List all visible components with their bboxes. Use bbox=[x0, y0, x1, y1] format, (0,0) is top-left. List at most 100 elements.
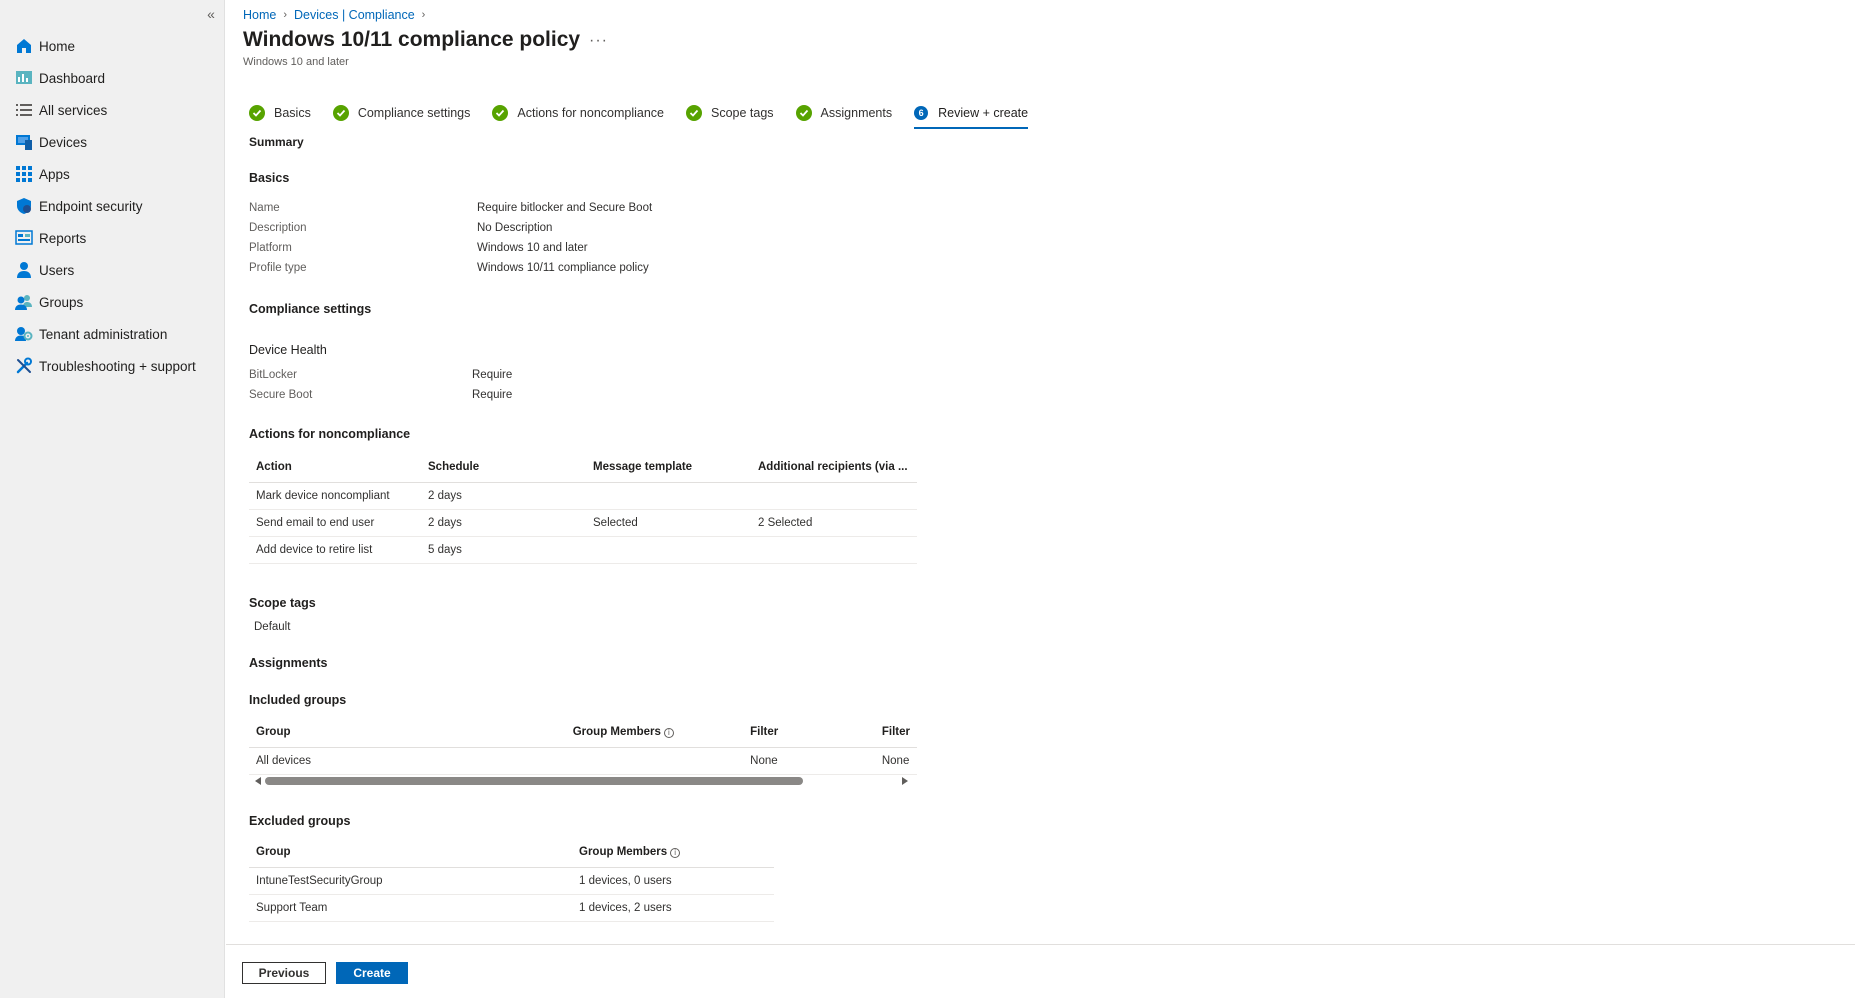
nav-list: Home Dashboard All services Devices Apps bbox=[0, 30, 225, 382]
compliance-key-bitlocker: BitLocker bbox=[249, 369, 297, 381]
breadcrumb: Home › Devices | Compliance › bbox=[243, 8, 432, 22]
breadcrumb-link-home[interactable]: Home bbox=[243, 8, 276, 22]
column-header-group-members: Group Members i bbox=[572, 837, 774, 868]
table-cell: Add device to retire list bbox=[249, 536, 421, 564]
table-row: Send email to end user 2 days Selected 2… bbox=[249, 509, 917, 537]
horizontal-scrollbar[interactable] bbox=[255, 774, 908, 786]
nav-item-label: Apps bbox=[39, 166, 70, 182]
compliance-value-bitlocker: Require bbox=[472, 369, 513, 381]
nav-item-label: Endpoint security bbox=[39, 198, 143, 214]
info-icon[interactable]: i bbox=[663, 727, 674, 738]
device-health-heading: Device Health bbox=[249, 343, 327, 357]
table-row: All devices None None bbox=[249, 747, 917, 775]
info-icon[interactable]: i bbox=[670, 847, 681, 858]
check-circle-icon bbox=[795, 105, 812, 121]
more-options-button[interactable]: ··· bbox=[589, 32, 608, 50]
step-compliance-settings[interactable]: Compliance settings bbox=[332, 100, 471, 126]
column-header-filter-mode: Filter bbox=[874, 717, 917, 748]
basics-value-profile-type: Windows 10/11 compliance policy bbox=[477, 262, 649, 274]
column-header-message-template: Message template bbox=[586, 452, 751, 483]
nav-item-label: Reports bbox=[39, 230, 87, 246]
scroll-left-arrow-icon[interactable] bbox=[255, 777, 261, 785]
collapse-nav-button[interactable]: « bbox=[203, 4, 219, 24]
table-cell: All devices bbox=[249, 747, 566, 775]
table-cell bbox=[586, 482, 751, 510]
scope-tag-value: Default bbox=[254, 621, 291, 633]
table-cell: Send email to end user bbox=[249, 509, 421, 537]
list-icon bbox=[14, 100, 34, 120]
column-header-schedule: Schedule bbox=[421, 452, 586, 483]
table-header-row: Action Schedule Message template Additio… bbox=[249, 452, 917, 483]
nav-item-dashboard[interactable]: Dashboard bbox=[0, 62, 225, 94]
included-groups-table: Group Group Members i Filter Filter All d… bbox=[249, 717, 917, 775]
apps-icon bbox=[14, 164, 34, 184]
left-nav: « Home Dashboard All services Devices Ap… bbox=[0, 0, 225, 998]
page-title: Windows 10/11 compliance policy bbox=[243, 28, 581, 51]
table-row: Mark device noncompliant 2 days bbox=[249, 482, 917, 510]
actions-noncompliance-heading: Actions for noncompliance bbox=[249, 427, 411, 441]
table-cell: 2 days bbox=[421, 482, 586, 510]
nav-item-devices[interactable]: Devices bbox=[0, 126, 225, 158]
column-header-action: Action bbox=[249, 452, 421, 483]
step-label: Assignments bbox=[820, 106, 893, 120]
nav-item-reports[interactable]: Reports bbox=[0, 222, 225, 254]
create-button[interactable]: Create bbox=[336, 962, 408, 984]
column-header-label: Group Members bbox=[579, 845, 668, 858]
column-header-label: Group Members bbox=[572, 725, 661, 738]
table-cell: 1 devices, 2 users bbox=[572, 894, 774, 922]
basics-key-profile-type: Profile type bbox=[249, 262, 307, 274]
step-label: Basics bbox=[274, 106, 311, 120]
step-actions-for-noncompliance[interactable]: Actions for noncompliance bbox=[492, 100, 664, 126]
nav-item-endpoint-security[interactable]: Endpoint security bbox=[0, 190, 225, 222]
step-assignments[interactable]: Assignments bbox=[795, 100, 893, 126]
nav-item-home[interactable]: Home bbox=[0, 30, 225, 62]
nav-item-apps[interactable]: Apps bbox=[0, 158, 225, 190]
nav-item-tenant-administration[interactable]: Tenant administration bbox=[0, 318, 225, 350]
column-header-group-members: Group Members i bbox=[565, 717, 744, 748]
breadcrumb-link-devices-compliance[interactable]: Devices | Compliance bbox=[294, 8, 415, 22]
step-review-create[interactable]: 6 Review + create bbox=[914, 100, 1029, 129]
nav-item-troubleshooting-support[interactable]: Troubleshooting + support bbox=[0, 350, 225, 382]
previous-button[interactable]: Previous bbox=[242, 962, 326, 984]
nav-item-users[interactable]: Users bbox=[0, 254, 225, 286]
tools-icon bbox=[14, 356, 34, 376]
step-label: Review + create bbox=[938, 106, 1029, 120]
actions-table: Action Schedule Message template Additio… bbox=[249, 452, 917, 564]
chevron-right-icon: › bbox=[283, 9, 288, 21]
check-circle-icon bbox=[686, 105, 702, 121]
basics-value-platform: Windows 10 and later bbox=[477, 242, 588, 254]
nav-item-groups[interactable]: Groups bbox=[0, 286, 225, 318]
user-icon bbox=[14, 260, 34, 280]
nav-item-label: Dashboard bbox=[39, 70, 106, 86]
basics-key-description: Description bbox=[249, 222, 307, 234]
devices-icon bbox=[14, 132, 34, 152]
nav-item-label: Troubleshooting + support bbox=[39, 358, 196, 374]
table-cell: 5 days bbox=[421, 536, 586, 564]
nav-item-label: All services bbox=[39, 102, 108, 118]
reports-icon bbox=[14, 228, 34, 248]
step-scope-tags[interactable]: Scope tags bbox=[686, 100, 774, 126]
basics-heading: Basics bbox=[249, 171, 290, 185]
dashboard-icon bbox=[14, 68, 34, 88]
step-label: Scope tags bbox=[711, 106, 774, 120]
tenant-admin-icon bbox=[14, 324, 34, 344]
table-cell: Selected bbox=[586, 509, 751, 537]
compliance-value-secure-boot: Require bbox=[472, 389, 513, 401]
scrollbar-thumb[interactable] bbox=[265, 777, 803, 785]
nav-item-label: Users bbox=[39, 262, 75, 278]
column-header-group: Group bbox=[249, 837, 572, 868]
column-header-filter: Filter bbox=[743, 717, 875, 748]
assignments-heading: Assignments bbox=[249, 656, 328, 670]
table-cell: Support Team bbox=[249, 894, 572, 922]
step-label: Compliance settings bbox=[357, 106, 471, 120]
nav-item-label: Tenant administration bbox=[39, 326, 168, 342]
table-row: Support Team 1 devices, 2 users bbox=[249, 894, 774, 922]
table-header-row: Group Group Members i Filter Filter bbox=[249, 717, 917, 748]
nav-item-all-services[interactable]: All services bbox=[0, 94, 225, 126]
scroll-right-arrow-icon[interactable] bbox=[902, 777, 908, 785]
shield-icon bbox=[14, 196, 34, 216]
step-basics[interactable]: Basics bbox=[249, 100, 311, 126]
check-circle-icon bbox=[332, 105, 349, 121]
nav-item-label: Groups bbox=[39, 294, 84, 310]
chevron-right-icon: › bbox=[421, 9, 426, 21]
